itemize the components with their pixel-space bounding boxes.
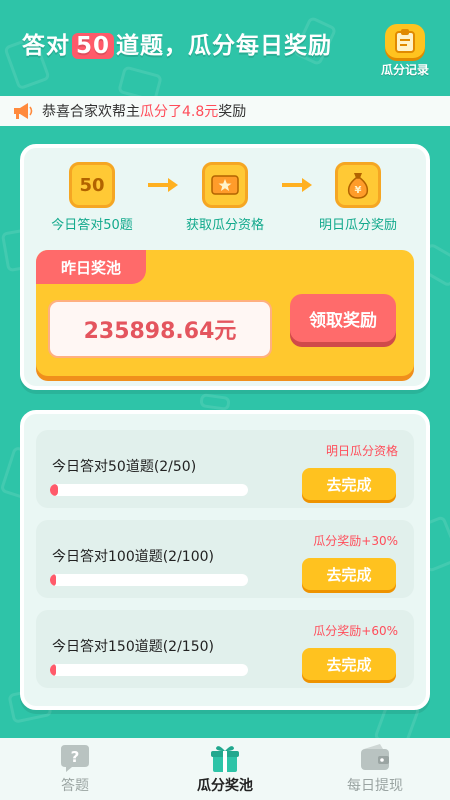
- nav-reward-pool[interactable]: 瓜分奖池: [150, 738, 300, 800]
- notice-text-end: 奖励: [218, 104, 247, 120]
- task-go-button[interactable]: 去完成: [302, 648, 396, 680]
- task-reward: 瓜分奖励+30%: [313, 534, 398, 548]
- share-record-button[interactable]: 瓜分记录: [374, 24, 436, 78]
- task-progress-fill: [50, 574, 56, 586]
- nav-label: 每日提现: [347, 778, 403, 794]
- claim-reward-button[interactable]: 领取奖励: [290, 294, 396, 342]
- task-item: 今日答对150道题(2/150) 瓜分奖励+60% 去完成: [36, 610, 414, 688]
- notice-text: 恭喜合家欢帮主瓜分了4.8元奖励: [42, 101, 246, 121]
- task-progress-fill: [50, 664, 56, 676]
- notice-highlight: 瓜分了4.8元: [140, 104, 219, 120]
- nav-label: 答题: [61, 778, 89, 794]
- step-tomorrow-reward: ¥ 明日瓜分奖励: [298, 162, 418, 233]
- svg-text:¥: ¥: [355, 185, 362, 196]
- title-suffix: 道题，瓜分每日奖励: [116, 33, 333, 59]
- task-title: 今日答对100道题(2/100): [52, 549, 214, 565]
- share-record-label: 瓜分记录: [380, 63, 429, 77]
- wallet-icon: [361, 744, 389, 770]
- task-go-button[interactable]: 去完成: [302, 558, 396, 590]
- nav-label: 瓜分奖池: [197, 778, 253, 794]
- header: 答对 50 道题，瓜分每日奖励 瓜分记录: [0, 0, 450, 92]
- winner-notice-bar: 恭喜合家欢帮主瓜分了4.8元奖励: [0, 96, 450, 126]
- task-progress-bar: [50, 484, 248, 496]
- yesterday-pool-box: 昨日奖池 235898.64元 领取奖励: [36, 250, 414, 376]
- task-title: 今日答对50道题(2/50): [52, 459, 197, 475]
- nav-answer[interactable]: ? 答题: [0, 738, 150, 800]
- clipboard-icon: [385, 24, 425, 58]
- svg-text:?: ?: [71, 748, 80, 766]
- task-progress-bar: [50, 664, 248, 676]
- notice-text-start: 恭喜合家欢帮主: [42, 104, 140, 120]
- pool-amount: 235898.64元: [48, 300, 272, 358]
- pool-tag: 昨日奖池: [36, 250, 146, 284]
- task-title: 今日答对150道题(2/150): [52, 639, 214, 655]
- step-label: 获取瓜分资格: [185, 218, 264, 233]
- step-label: 明日瓜分奖励: [318, 218, 397, 233]
- task-reward: 瓜分奖励+60%: [313, 624, 398, 638]
- task-progress-fill: [50, 484, 58, 496]
- title-number-badge: 50: [72, 33, 115, 59]
- gift-icon: [211, 746, 239, 772]
- badge-50-icon: 50: [69, 162, 115, 208]
- page-title: 答对 50 道题，瓜分每日奖励: [22, 26, 332, 60]
- title-prefix: 答对: [22, 33, 70, 59]
- question-icon: ?: [61, 745, 89, 772]
- task-item: 今日答对100道题(2/100) 瓜分奖励+30% 去完成: [36, 520, 414, 598]
- step-label: 今日答对50题: [51, 218, 133, 233]
- megaphone-icon: [14, 103, 33, 119]
- task-reward: 明日瓜分资格: [325, 444, 398, 458]
- tasks-card: 今日答对50道题(2/50) 明日瓜分资格 去完成 今日答对100道题(2/10…: [20, 410, 430, 710]
- ticket-star-icon: [202, 162, 248, 208]
- steps-row: 50 今日答对50题 获取瓜分资格 ¥ 明日瓜分奖励: [24, 162, 426, 233]
- task-item: 今日答对50道题(2/50) 明日瓜分资格 去完成: [36, 430, 414, 508]
- task-progress-bar: [50, 574, 248, 586]
- step-answer-50: 50 今日答对50题: [32, 162, 152, 233]
- nav-daily-withdraw[interactable]: 每日提现: [300, 738, 450, 800]
- step-get-qualification: 获取瓜分资格: [165, 162, 285, 233]
- bottom-nav: ? 答题 瓜分奖池 每日提现: [0, 738, 450, 800]
- reward-pool-card: 50 今日答对50题 获取瓜分资格 ¥ 明日瓜分奖励 昨日奖池 235898.6…: [20, 144, 430, 390]
- money-bag-icon: ¥: [335, 162, 381, 208]
- task-go-button[interactable]: 去完成: [302, 468, 396, 500]
